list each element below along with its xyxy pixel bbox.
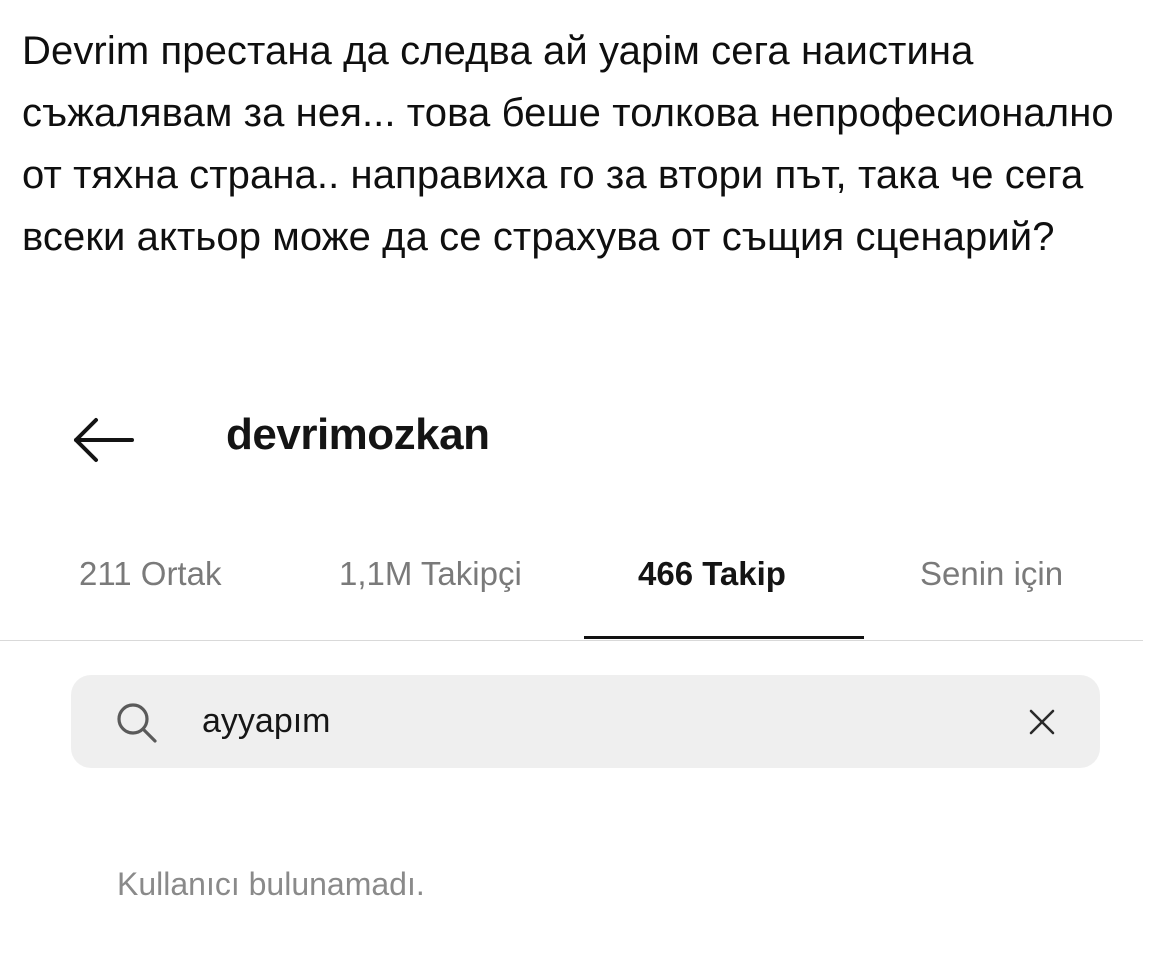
arrow-left-icon	[74, 418, 134, 462]
search-bar[interactable]	[71, 675, 1100, 768]
tab-takip[interactable]: 466 Takip	[638, 555, 786, 593]
tab-ortak[interactable]: 211 Ortak	[79, 555, 221, 593]
tab-senin-icin[interactable]: Senin için	[920, 555, 1063, 593]
search-input[interactable]	[202, 695, 1002, 747]
profile-header: devrimozkan	[0, 400, 1170, 480]
follow-tabs: 211 Ortak 1,1M Takipçi 466 Takip Senin i…	[0, 555, 1170, 605]
search-icon	[117, 703, 157, 743]
active-tab-indicator	[584, 636, 864, 639]
tabs-divider	[0, 640, 1143, 641]
profile-username: devrimozkan	[226, 410, 490, 459]
back-button[interactable]	[70, 412, 136, 468]
post-text: Devrim престана да следва ай уарім сега …	[22, 29, 1114, 259]
no-results-message: Kullanıcı bulunamadı.	[117, 866, 425, 902]
tab-takipci[interactable]: 1,1M Takipçi	[339, 555, 522, 593]
close-icon[interactable]	[1027, 707, 1057, 737]
